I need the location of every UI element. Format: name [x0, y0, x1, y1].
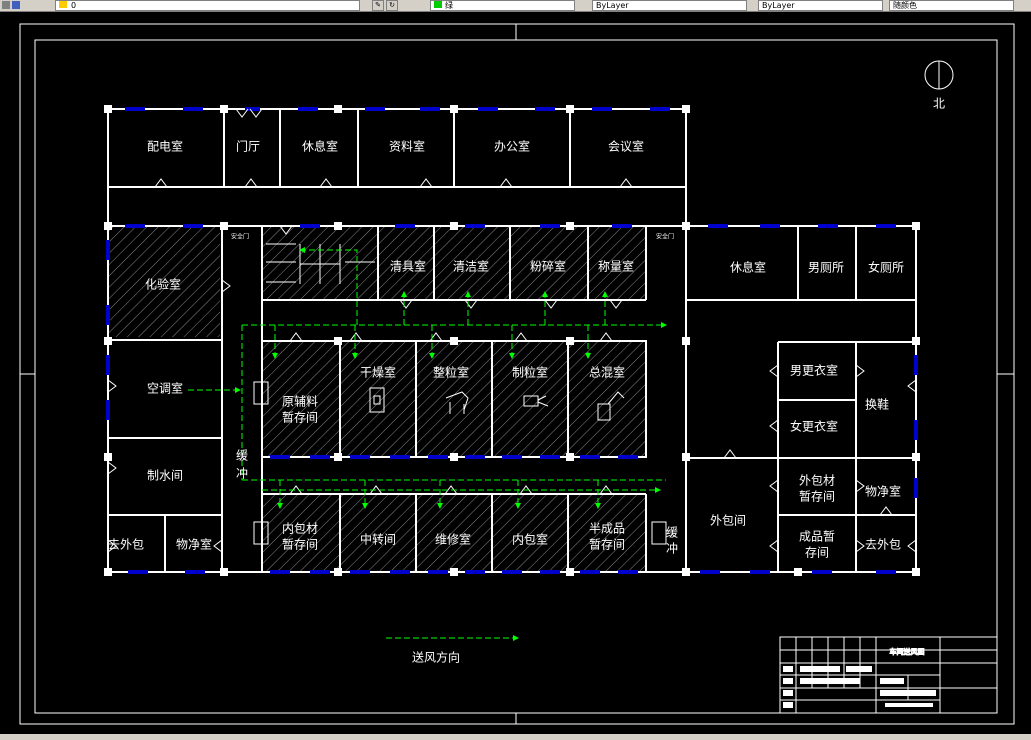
room-label-waibaocai: 外包材: [799, 474, 835, 488]
room-label-peidian: 配电室: [147, 139, 183, 154]
room-label-xiuxi-1: 休息室: [302, 139, 338, 154]
room-label-waibaojian: 外包间: [710, 514, 746, 528]
room-label-chengpin-2: 存间: [805, 546, 829, 560]
title-block-drawing-title: 车间送风图: [890, 647, 925, 656]
room-label-huiyi: 会议室: [608, 139, 644, 154]
room-label-zhengli: 整粒室: [433, 365, 469, 380]
room-label-quwaibao-1: 去外包: [108, 538, 144, 552]
room-label-bangong: 办公室: [494, 139, 530, 154]
room-label-ziliao: 资料室: [389, 139, 425, 154]
room-label-menting: 门厅: [236, 139, 260, 154]
room-label-neibaocai: 内包材: [282, 522, 318, 536]
room-label-waibaocai-2: 暂存间: [799, 490, 835, 504]
airflow-legend: 送风方向: [386, 635, 519, 665]
room-label-xiuxi-2: 休息室: [730, 260, 766, 275]
room-label-yuanfuliao: 原辅料: [282, 395, 318, 409]
room-label-zancunjian-1: 暂存间: [282, 411, 318, 425]
room-label-zonghun: 总混室: [589, 365, 625, 380]
room-label-wujing-2: 物净室: [176, 537, 212, 552]
room-label-chengpin: 成品暂: [799, 530, 835, 544]
room-label-ganzao: 干燥室: [360, 365, 396, 380]
room-label-neibaocai-2: 暂存间: [282, 538, 318, 552]
room-label-huayan: 化验室: [145, 277, 181, 292]
room-label-nangengyi: 男更衣室: [790, 363, 838, 378]
label-anquanmen-left: 安全门: [231, 233, 249, 241]
room-label-chong-left: 冲: [236, 466, 248, 481]
room-label-kongtiao: 空调室: [147, 381, 183, 396]
room-label-fensui: 粉碎室: [530, 259, 566, 274]
room-label-banchengpin: 半成品: [589, 522, 625, 536]
room-label-nvgengyi: 女更衣室: [790, 419, 838, 434]
room-label-zhongzhuan: 中转间: [360, 532, 396, 547]
drawing-canvas[interactable]: 北 配电室 门厅 休息室 资料室 办公室 会议室 化验室 清具室 清洁室 粉碎室…: [0, 0, 1031, 740]
room-label-nvcesuo: 女厕所: [868, 260, 904, 275]
room-label-wujing-1: 物净室: [865, 484, 901, 499]
legend-label: 送风方向: [412, 650, 460, 665]
north-arrow: 北: [924, 60, 954, 111]
room-label-zhili: 制粒室: [512, 365, 548, 380]
room-label-weixiu: 维修室: [435, 532, 471, 547]
status-strip: [0, 734, 1031, 740]
room-label-huanxie: 换鞋: [865, 397, 889, 412]
title-block: 车间送风图: [779, 636, 998, 714]
room-label-nancesuo: 男厕所: [808, 261, 844, 275]
room-label-chong-right: 冲: [666, 541, 678, 556]
north-label: 北: [933, 97, 945, 111]
room-label-huan-right: 缓: [666, 526, 678, 540]
room-label-neibao: 内包室: [512, 532, 548, 547]
label-anquanmen-right: 安全门: [656, 233, 674, 241]
room-label-banchengpin-2: 暂存间: [589, 538, 625, 552]
room-label-zhishui: 制水间: [147, 469, 183, 483]
room-label-qingju: 清具室: [390, 259, 426, 274]
room-label-chengliang: 称量室: [598, 259, 634, 274]
room-label-quwaibao-2: 去外包: [865, 538, 901, 552]
room-label-huan-left: 缓: [236, 449, 248, 463]
room-label-qingjie: 清洁室: [453, 259, 489, 274]
